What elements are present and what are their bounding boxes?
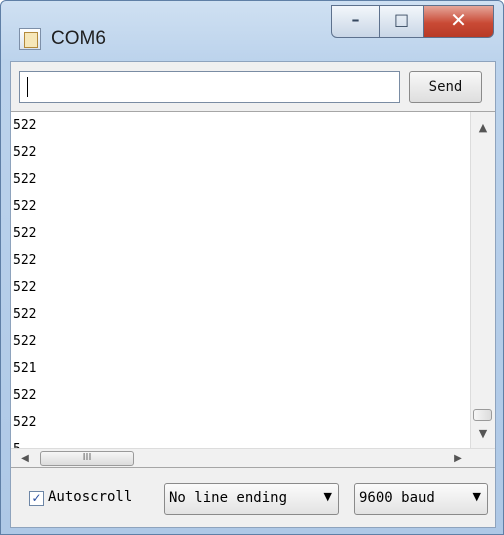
footer-bar: ✓ Autoscroll No line ending ▼ 9600 baud …	[11, 468, 495, 528]
maximize-icon: □	[393, 10, 410, 29]
close-icon: ✕	[450, 8, 467, 32]
baud-rate-value: 9600 baud	[359, 490, 435, 506]
output-line: 522	[13, 307, 37, 322]
output-line: 522	[13, 226, 37, 241]
line-ending-select[interactable]: No line ending ▼	[164, 483, 339, 515]
vertical-scroll-thumb[interactable]	[473, 409, 492, 421]
minimize-icon: –	[351, 10, 360, 29]
output-line: 522	[13, 145, 37, 160]
minimize-button[interactable]: –	[331, 5, 380, 38]
serial-monitor-window: COM6 – □ ✕ Send 522 522 522 522 522 522 …	[0, 0, 504, 535]
output-line: 522	[13, 199, 37, 214]
scroll-right-arrow-icon[interactable]: ▶	[448, 449, 468, 467]
chevron-down-icon: ▼	[323, 490, 332, 503]
output-line: 522	[13, 172, 37, 187]
autoscroll-label[interactable]: Autoscroll	[48, 489, 132, 505]
scroll-down-arrow-icon[interactable]: ▼	[471, 424, 495, 444]
title-bar[interactable]: COM6 – □ ✕	[1, 1, 503, 59]
horizontal-scrollbar[interactable]: ◀ III ▶	[11, 448, 495, 467]
output-line: 522	[13, 118, 37, 133]
horizontal-scroll-thumb[interactable]: III	[40, 451, 134, 466]
serial-monitor-icon	[19, 28, 41, 50]
output-line: 522	[13, 334, 37, 349]
text-caret	[27, 77, 28, 97]
output-line: 522	[13, 253, 37, 268]
serial-output-area[interactable]: 522 522 522 522 522 522 522 522 522 522 …	[11, 111, 495, 468]
autoscroll-checkbox[interactable]: ✓	[29, 491, 44, 506]
vertical-scrollbar[interactable]: ▲ ▼	[470, 112, 495, 448]
output-line: 521	[13, 361, 37, 376]
maximize-button[interactable]: □	[379, 5, 424, 38]
monitor-client-area: Send 522 522 522 522 522 522 522 522 522…	[10, 61, 496, 528]
output-line: 522	[13, 388, 37, 403]
close-button[interactable]: ✕	[423, 5, 494, 38]
scroll-up-arrow-icon[interactable]: ▲	[471, 118, 495, 138]
window-title: COM6	[51, 28, 106, 49]
caption-buttons: – □ ✕	[331, 5, 494, 38]
line-ending-value: No line ending	[169, 490, 288, 506]
baud-rate-select[interactable]: 9600 baud ▼	[354, 483, 488, 515]
send-button[interactable]: Send	[409, 71, 482, 103]
output-lines: 522 522 522 522 522 522 522 522 522 522 …	[13, 112, 468, 463]
output-line: 522	[13, 280, 37, 295]
chevron-down-icon: ▼	[472, 490, 481, 503]
output-line: 522	[13, 415, 37, 430]
scroll-left-arrow-icon[interactable]: ◀	[15, 449, 35, 467]
send-input[interactable]	[19, 71, 400, 103]
